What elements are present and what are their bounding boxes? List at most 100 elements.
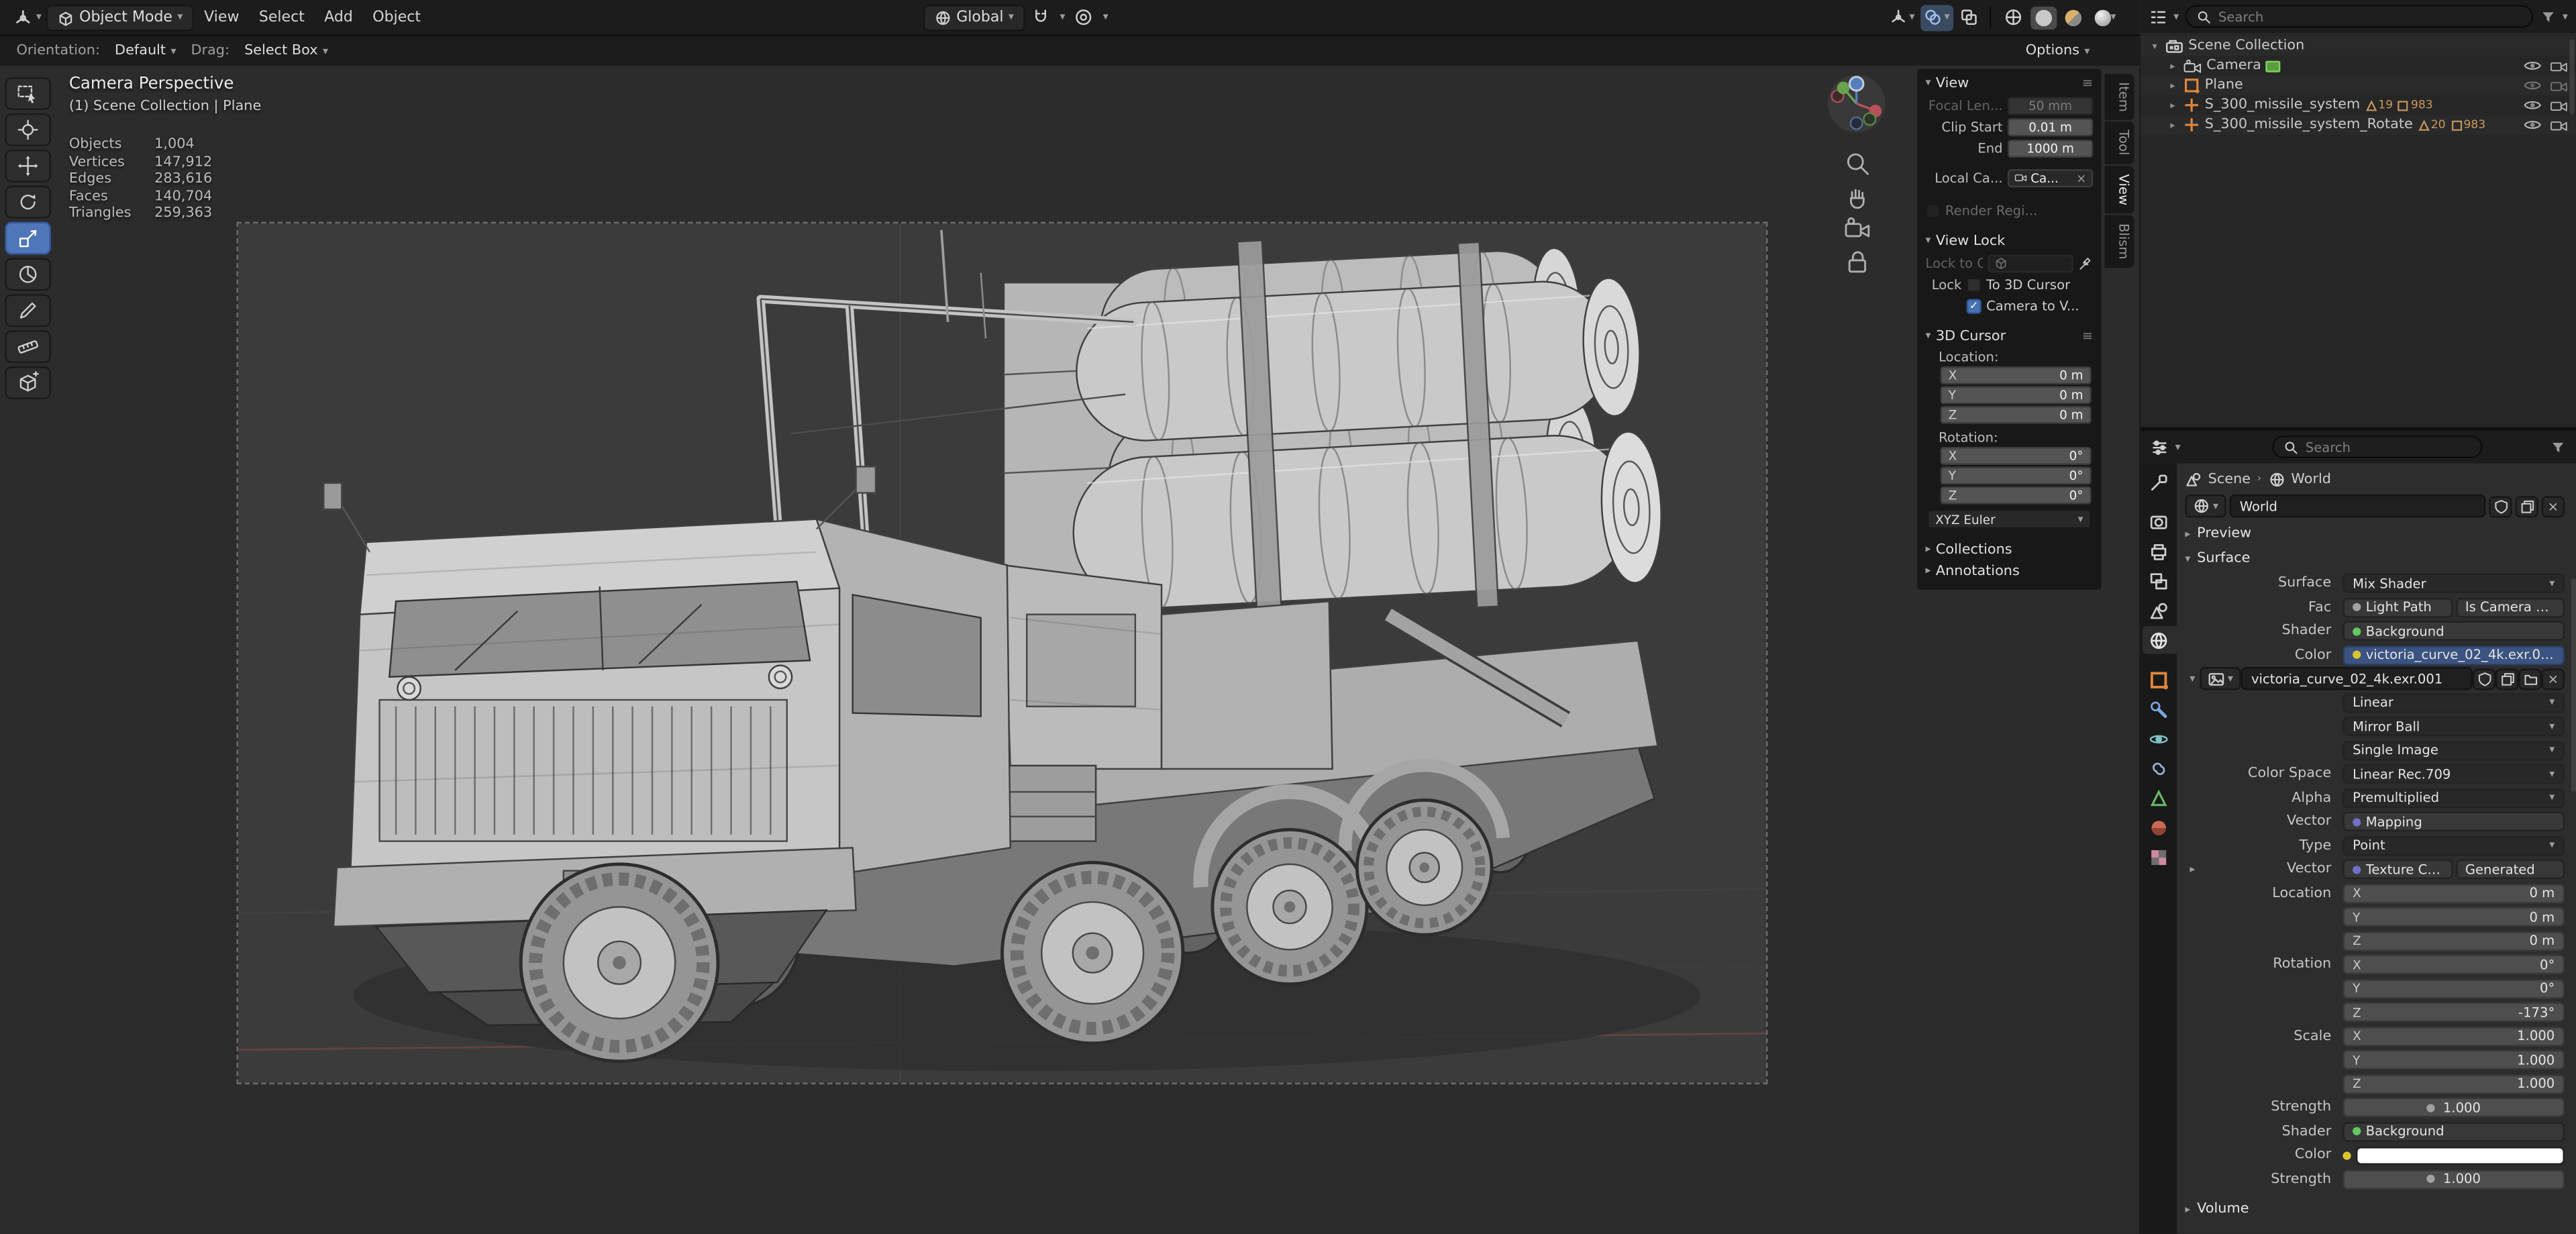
- tab-world-properties[interactable]: [2141, 625, 2176, 654]
- location-x-field[interactable]: X0 m: [2342, 883, 2565, 903]
- camera-to-view-checkbox[interactable]: ✓: [1966, 298, 1981, 313]
- tab-render-properties[interactable]: [2141, 508, 2175, 536]
- outliner-row-s300-rotate[interactable]: ▸ S_300_missile_system_Rotate 20 983: [2141, 115, 2576, 135]
- tab-texture-properties[interactable]: [2141, 843, 2175, 871]
- strength2-field[interactable]: 1.000: [2342, 1169, 2565, 1189]
- scale-y-field[interactable]: Y 1.000: [2342, 1049, 2565, 1070]
- scale-x-field[interactable]: X 1.000: [2342, 1026, 2565, 1046]
- focal-length-field[interactable]: 50 mm: [2007, 96, 2094, 115]
- breadcrumb-scene[interactable]: Scene: [2208, 470, 2251, 486]
- clip-start-field[interactable]: 0.01 m: [2007, 117, 2094, 136]
- tool-add-cube[interactable]: [5, 366, 51, 399]
- clear-icon[interactable]: ×: [2076, 170, 2086, 185]
- tab-scene-properties[interactable]: [2141, 597, 2175, 625]
- tool-cursor[interactable]: [5, 113, 51, 146]
- cursor-rotation-z-field[interactable]: Z 0°: [1940, 486, 2092, 505]
- snap-magnet-icon[interactable]: [1029, 4, 1053, 30]
- shading-material-icon[interactable]: [2060, 6, 2086, 29]
- axis-navigation-gizmo[interactable]: [1825, 72, 1888, 135]
- breadcrumb-world[interactable]: World: [2291, 470, 2331, 486]
- new-datablock-button[interactable]: [2515, 495, 2538, 517]
- alpha-menu[interactable]: Premultiplied ▾: [2342, 788, 2565, 808]
- render-region-checkbox[interactable]: [1925, 203, 1941, 218]
- unlink-image-button[interactable]: ×: [2541, 668, 2565, 690]
- background-color-swatch[interactable]: [2356, 1145, 2565, 1164]
- tab-tool[interactable]: Tool: [2104, 121, 2134, 164]
- rotation-y-field[interactable]: Y 0°: [2342, 978, 2565, 998]
- volume-panel-header[interactable]: ▸ Volume: [2185, 1198, 2565, 1221]
- preview-panel-header[interactable]: ▸ Preview: [2185, 523, 2565, 546]
- proportional-editing-icon[interactable]: [1072, 4, 1096, 30]
- expand-icon[interactable]: ▸: [2167, 80, 2178, 91]
- outliner-row-scene-collection[interactable]: ▾ Scene Collection: [2141, 36, 2576, 56]
- collections-panel-header[interactable]: ▸ Collections: [1920, 539, 2098, 560]
- filter-icon[interactable]: [2550, 439, 2566, 455]
- orientation-setting-dropdown[interactable]: Default ▾: [108, 41, 183, 60]
- menu-object[interactable]: Object: [363, 6, 431, 29]
- menu-view[interactable]: View: [194, 6, 249, 29]
- scale-z-field[interactable]: Z 1.000: [2342, 1074, 2565, 1094]
- new-image-button[interactable]: [2495, 668, 2519, 690]
- lock-to-object-field[interactable]: [1988, 254, 2073, 272]
- editor-type-button[interactable]: ▾: [8, 4, 46, 30]
- render-visibility-icon[interactable]: [2550, 99, 2568, 112]
- eye-icon[interactable]: [2524, 79, 2542, 93]
- surface-panel-header[interactable]: ▾ Surface: [2185, 547, 2565, 570]
- properties-search[interactable]: [2272, 435, 2483, 459]
- interpolation-menu[interactable]: Linear ▾: [2342, 692, 2565, 713]
- eyedropper-icon[interactable]: [2078, 256, 2093, 270]
- cursor-panel-header[interactable]: ▾ 3D Cursor ≡: [1920, 325, 2098, 347]
- filter-icon[interactable]: [2540, 8, 2556, 24]
- mode-dropdown[interactable]: Object Mode ▾: [46, 4, 195, 31]
- xray-toggle-icon[interactable]: [1956, 4, 1981, 30]
- expand-icon[interactable]: ▾: [2149, 40, 2161, 52]
- tab-object-properties[interactable]: [2141, 666, 2175, 694]
- tab-constraint-properties[interactable]: [2141, 754, 2175, 782]
- shader-input-button[interactable]: Background: [2342, 621, 2565, 641]
- show-overlays-icon[interactable]: ▾: [1921, 4, 1953, 31]
- tab-data-properties[interactable]: [2141, 784, 2175, 812]
- menu-add[interactable]: Add: [315, 6, 363, 29]
- tab-tool-properties[interactable]: [2141, 468, 2175, 497]
- pan-hand-icon[interactable]: [1843, 183, 1871, 211]
- outliner-editor-icon[interactable]: [2149, 7, 2167, 25]
- cursor-location-x-field[interactable]: X 0 m: [1940, 366, 2092, 384]
- rotation-z-field[interactable]: Z -173°: [2342, 1002, 2565, 1022]
- tab-view[interactable]: View: [2104, 165, 2134, 213]
- world-name-field[interactable]: World: [2230, 494, 2486, 518]
- menu-select[interactable]: Select: [249, 6, 314, 29]
- show-gizmo-icon[interactable]: ▾: [1886, 4, 1918, 30]
- unlink-button[interactable]: ×: [2541, 495, 2565, 517]
- properties-search-input[interactable]: [2305, 439, 2472, 454]
- rotation-mode-dropdown[interactable]: XYZ Euler ▾: [1926, 509, 2092, 529]
- render-visibility-icon[interactable]: [2550, 59, 2568, 72]
- clip-end-field[interactable]: 1000 m: [2007, 138, 2094, 157]
- proportional-falloff-dropdown[interactable]: ▾: [1100, 4, 1112, 30]
- local-camera-field[interactable]: Ca... ×: [2007, 168, 2094, 187]
- strength-field[interactable]: 1.000: [2342, 1097, 2565, 1117]
- tab-physics-properties[interactable]: [2141, 725, 2175, 753]
- outliner-row-camera[interactable]: ▸ Camera: [2141, 56, 2576, 75]
- fac-subinput-button[interactable]: Is Camera Ray: [2455, 597, 2565, 617]
- render-visibility-icon[interactable]: [2550, 118, 2568, 132]
- tool-rotate[interactable]: [5, 185, 51, 219]
- location-z-field[interactable]: Z0 m: [2342, 931, 2565, 951]
- outliner-row-s300[interactable]: ▸ S_300_missile_system 19 983: [2141, 95, 2576, 115]
- rotation-x-field[interactable]: X 0°: [2342, 954, 2565, 974]
- render-visibility-icon[interactable]: [2550, 79, 2568, 93]
- world-browse-button[interactable]: ▾: [2185, 494, 2227, 518]
- fake-user-button[interactable]: [2472, 668, 2496, 690]
- shader2-input-button[interactable]: Background: [2342, 1121, 2565, 1141]
- world-icon[interactable]: [2268, 470, 2284, 486]
- shading-rendered-icon[interactable]: ▾: [2090, 6, 2121, 29]
- projection-menu[interactable]: Mirror Ball ▾: [2342, 716, 2565, 736]
- to-3d-cursor-checkbox[interactable]: [1966, 276, 1981, 292]
- mapping-type-menu[interactable]: Point ▾: [2342, 835, 2565, 856]
- source-menu[interactable]: Single Image ▾: [2342, 740, 2565, 760]
- camera-view-icon[interactable]: [1843, 215, 1871, 244]
- outliner-search[interactable]: [2185, 5, 2533, 28]
- expand-icon[interactable]: ▸: [2167, 60, 2178, 71]
- cursor-rotation-x-field[interactable]: X 0°: [1940, 446, 2092, 465]
- properties-editor-icon[interactable]: [2151, 438, 2169, 456]
- color-input-button[interactable]: victoria_curve_02_4k.exr.001: [2342, 644, 2565, 665]
